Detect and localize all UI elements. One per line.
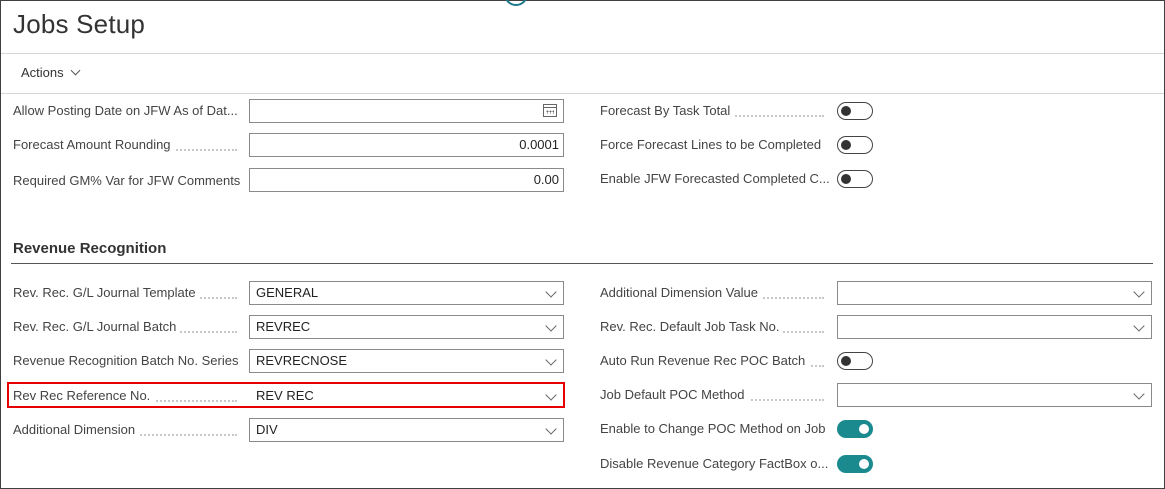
field-label: Disable Revenue Category FactBox o... — [600, 451, 830, 477]
field-label: Revenue Recognition Batch No. Series — [13, 348, 243, 374]
page-title: Jobs Setup — [13, 9, 146, 39]
field-row-additional-dimension-value: Additional Dimension Value — [600, 280, 830, 306]
field-label: Required GM% Var for JFW Comments — [13, 168, 243, 194]
field-label: Enable JFW Forecasted Completed C... — [600, 166, 830, 192]
field-row-additional-dimension: Additional Dimension — [13, 417, 243, 443]
field-row-auto-run-poc-batch: Auto Run Revenue Rec POC Batch — [600, 348, 830, 374]
actions-menu-button[interactable]: Actions — [21, 65, 81, 80]
field-label: Enable to Change POC Method on Job — [600, 416, 830, 442]
field-row-rev-rec-journal-batch: Rev. Rec. G/L Journal Batch — [13, 314, 243, 340]
forecast-amount-rounding-input[interactable]: 0.0001 — [249, 133, 564, 157]
field-row-rev-rec-journal-template: Rev. Rec. G/L Journal Template — [13, 280, 243, 306]
additional-dimension-select[interactable]: DIV — [249, 418, 564, 442]
default-job-task-no-select[interactable] — [837, 315, 1152, 339]
allow-posting-date-input[interactable] — [249, 99, 564, 123]
chevron-down-icon — [1133, 320, 1145, 332]
loading-arc-icon — [504, 0, 528, 6]
field-label: Forecast By Task Total — [600, 98, 830, 124]
field-label: Forecast Amount Rounding — [13, 132, 243, 158]
chevron-down-icon — [545, 423, 557, 435]
chevron-down-icon — [1133, 286, 1145, 298]
field-row-rev-rec-batch-no-series: Revenue Recognition Batch No. Series — [13, 348, 243, 374]
title-divider — [1, 53, 1164, 54]
chevron-down-icon — [545, 286, 557, 298]
chevron-down-icon — [545, 354, 557, 366]
field-row-forecast-by-task-total: Forecast By Task Total — [600, 98, 830, 124]
field-label: Auto Run Revenue Rec POC Batch — [600, 348, 830, 374]
actions-label: Actions — [21, 65, 64, 80]
field-row-allow-posting-date: Allow Posting Date on JFW As of Dat... — [13, 98, 243, 124]
field-row-disable-revenue-category-factbox: Disable Revenue Category FactBox o... — [600, 451, 830, 477]
field-row-enable-jfw-forecasted: Enable JFW Forecasted Completed C... — [600, 166, 830, 192]
forecast-by-task-total-toggle[interactable] — [837, 102, 873, 120]
field-label: Allow Posting Date on JFW As of Dat... — [13, 98, 243, 124]
field-label: Job Default POC Method — [600, 382, 830, 408]
field-row-default-job-task-no: Rev. Rec. Default Job Task No. — [600, 314, 830, 340]
job-default-poc-method-select[interactable] — [837, 383, 1152, 407]
section-title-revenue-recognition[interactable]: Revenue Recognition — [13, 240, 166, 257]
chevron-down-icon — [70, 65, 81, 76]
required-gm-var-input[interactable]: 0.00 — [249, 168, 564, 192]
calendar-icon[interactable] — [543, 104, 557, 117]
field-row-job-default-poc-method: Job Default POC Method — [600, 382, 830, 408]
enable-jfw-forecasted-toggle[interactable] — [837, 170, 873, 188]
field-label: Rev. Rec. G/L Journal Batch — [13, 314, 243, 340]
force-forecast-lines-toggle[interactable] — [837, 136, 873, 154]
chevron-down-icon — [1133, 388, 1145, 400]
rev-rec-journal-batch-select[interactable]: REVREC — [249, 315, 564, 339]
field-label: Rev. Rec. Default Job Task No. — [600, 314, 830, 340]
field-row-force-forecast-lines: Force Forecast Lines to be Completed — [600, 132, 830, 158]
rev-rec-batch-no-series-select[interactable]: REVRECNOSE — [249, 349, 564, 373]
field-row-forecast-amount-rounding: Forecast Amount Rounding — [13, 132, 243, 158]
actions-divider — [1, 93, 1164, 94]
disable-revenue-category-factbox-toggle[interactable] — [837, 455, 873, 473]
additional-dimension-value-select[interactable] — [837, 281, 1152, 305]
enable-change-poc-method-toggle[interactable] — [837, 420, 873, 438]
field-label: Force Forecast Lines to be Completed — [600, 132, 830, 158]
field-row-enable-change-poc-method: Enable to Change POC Method on Job — [600, 416, 830, 442]
field-label: Additional Dimension — [13, 417, 243, 443]
auto-run-poc-batch-toggle[interactable] — [837, 352, 873, 370]
page-frame: Jobs Setup Actions Allow Posting Date on… — [0, 0, 1165, 489]
section-divider — [11, 263, 1153, 264]
chevron-down-icon — [545, 320, 557, 332]
field-label: Additional Dimension Value — [600, 280, 830, 306]
rev-rec-journal-template-select[interactable]: GENERAL — [249, 281, 564, 305]
field-label: Rev. Rec. G/L Journal Template — [13, 280, 243, 306]
field-row-required-gm-var: Required GM% Var for JFW Comments — [13, 168, 243, 194]
